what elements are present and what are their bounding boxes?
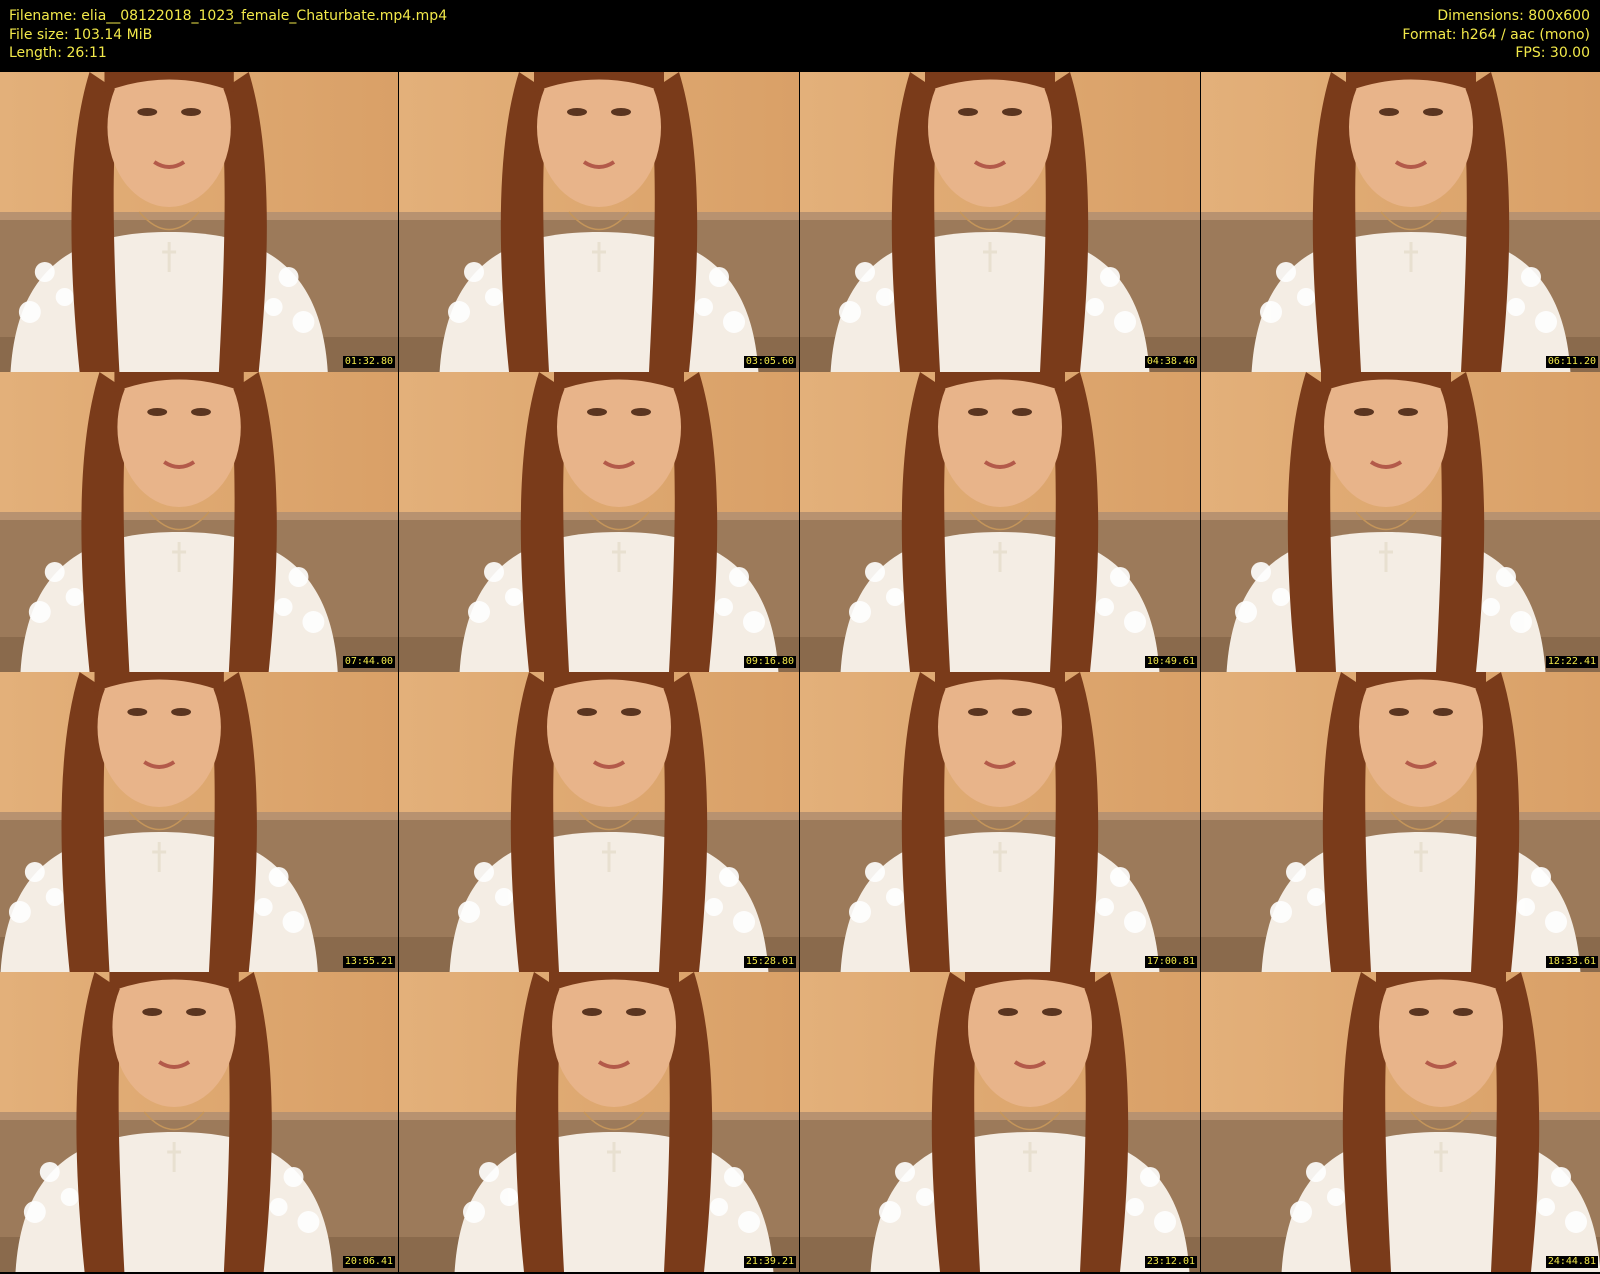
frame-image bbox=[0, 972, 398, 1272]
thumbnail-frame[interactable]: 07:44.00 bbox=[0, 372, 398, 672]
thumbnail-frame[interactable]: 21:39.21 bbox=[399, 972, 799, 1272]
length-line: Length: 26:11 bbox=[9, 45, 107, 61]
timestamp-label: 01:32.80 bbox=[342, 356, 395, 368]
thumbnail-frame[interactable]: 12:22.41 bbox=[1201, 372, 1600, 672]
timestamp-label: 13:55.21 bbox=[342, 956, 395, 968]
thumbnail-frame[interactable]: 06:11.20 bbox=[1201, 72, 1600, 372]
thumbnail-frame[interactable]: 20:06.41 bbox=[0, 972, 398, 1272]
thumbnail-frame[interactable]: 24:44.81 bbox=[1201, 972, 1600, 1272]
timestamp-label: 18:33.61 bbox=[1545, 956, 1598, 968]
frame-image bbox=[399, 72, 799, 372]
thumbnail-frame[interactable]: 03:05.60 bbox=[399, 72, 799, 372]
thumbnail-frame[interactable]: 01:32.80 bbox=[0, 72, 398, 372]
frame-image bbox=[0, 672, 398, 972]
info-header: Filename: elia__08122018_1023_female_Cha… bbox=[0, 0, 1600, 72]
file-info: Filename: elia__08122018_1023_female_Cha… bbox=[9, 7, 447, 63]
timestamp-label: 04:38.40 bbox=[1144, 356, 1197, 368]
timestamp-label: 20:06.41 bbox=[342, 1256, 395, 1268]
frame-image bbox=[1201, 372, 1600, 672]
frame-image bbox=[800, 72, 1200, 372]
frame-image bbox=[1201, 72, 1600, 372]
thumbnail-frame[interactable]: 17:00.81 bbox=[800, 672, 1200, 972]
timestamp-label: 07:44.00 bbox=[342, 656, 395, 668]
filename-line: Filename: elia__08122018_1023_female_Cha… bbox=[9, 8, 448, 24]
timestamp-label: 17:00.81 bbox=[1144, 956, 1197, 968]
thumbnail-frame[interactable]: 18:33.61 bbox=[1201, 672, 1600, 972]
timestamp-label: 23:12.01 bbox=[1144, 1256, 1197, 1268]
timestamp-label: 03:05.60 bbox=[743, 356, 796, 368]
timestamp-label: 06:11.20 bbox=[1545, 356, 1598, 368]
format-line: Format: h264 / aac (mono) bbox=[1402, 26, 1590, 43]
thumbnail-frame[interactable]: 04:38.40 bbox=[800, 72, 1200, 372]
timestamp-label: 10:49.61 bbox=[1144, 656, 1197, 668]
timestamp-label: 09:16.80 bbox=[743, 656, 796, 668]
frame-image bbox=[0, 72, 398, 372]
frame-image bbox=[0, 372, 398, 672]
frame-image bbox=[800, 972, 1200, 1272]
thumbnail-frame[interactable]: 09:16.80 bbox=[399, 372, 799, 672]
frame-image bbox=[1201, 672, 1600, 972]
frame-image bbox=[800, 672, 1200, 972]
frame-image bbox=[399, 972, 799, 1272]
timestamp-label: 15:28.01 bbox=[743, 956, 796, 968]
thumbnail-frame[interactable]: 10:49.61 bbox=[800, 372, 1200, 672]
thumbnail-grid: 01:32.80 03:05.60 04:38.40 06:11.20 07:4… bbox=[0, 72, 1600, 1274]
timestamp-label: 21:39.21 bbox=[743, 1256, 796, 1268]
thumbnail-frame[interactable]: 23:12.01 bbox=[800, 972, 1200, 1272]
video-info: Dimensions: 800x600 Format: h264 / aac (… bbox=[1402, 7, 1590, 63]
dimensions-line: Dimensions: 800x600 bbox=[1437, 8, 1590, 24]
timestamp-label: 24:44.81 bbox=[1545, 1256, 1598, 1268]
filesize-line: File size: 103.14 MiB bbox=[9, 26, 153, 43]
timestamp-label: 12:22.41 bbox=[1545, 656, 1598, 668]
frame-image bbox=[800, 372, 1200, 672]
thumbnail-frame[interactable]: 15:28.01 bbox=[399, 672, 799, 972]
fps-line: FPS: 30.00 bbox=[1515, 45, 1590, 61]
thumbnail-frame[interactable]: 13:55.21 bbox=[0, 672, 398, 972]
frame-image bbox=[399, 672, 799, 972]
frame-image bbox=[1201, 972, 1600, 1272]
frame-image bbox=[399, 372, 799, 672]
